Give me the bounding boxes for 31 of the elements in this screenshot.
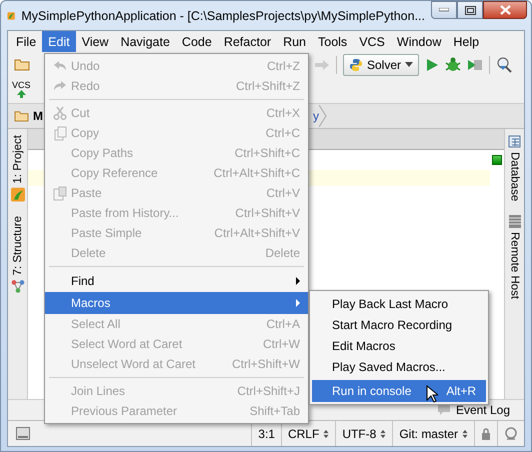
menu-entry[interactable]: Run in console Alt+R (312, 380, 486, 402)
vcs-branch-selector[interactable]: Git: master (399, 426, 458, 440)
menu-item[interactable]: Tools (312, 31, 354, 52)
menu-item[interactable]: File (10, 31, 42, 52)
menu-item[interactable]: Run (277, 31, 312, 52)
menu-item[interactable]: View (76, 31, 115, 52)
menu-item[interactable]: Refactor (218, 31, 278, 52)
tool-window-tab[interactable]: Database (508, 135, 521, 202)
tool-window-tab[interactable]: 1: Project (10, 135, 24, 202)
submenu-entry[interactable]: Macros (45, 292, 308, 314)
menu-item[interactable]: Edit (42, 31, 76, 52)
menu-item[interactable]: Navigate (114, 31, 176, 52)
run-configuration-dropdown[interactable]: Solver (343, 54, 420, 76)
breadcrumb[interactable]: y (311, 109, 319, 123)
breadcrumb[interactable]: M (8, 109, 43, 123)
vcs-update-button[interactable]: VCS (12, 80, 31, 98)
menu-entry[interactable]: Play Back Last Macro (312, 293, 486, 314)
window-title: MySimplePythonApplication - [C:\SamplesProjects\py\MySimplePython... (21, 8, 425, 22)
menu-item[interactable]: VCS (353, 31, 391, 52)
encoding-selector[interactable]: UTF-8 (342, 426, 376, 440)
menu-entry[interactable]: Edit Macros (312, 335, 486, 356)
tool-window-tab[interactable]: Remote Host (508, 215, 520, 300)
menu-item[interactable]: Window (390, 31, 448, 52)
submenu-entry[interactable]: Find (45, 270, 308, 292)
menu-entry[interactable]: Start Macro Recording (312, 314, 486, 335)
event-log-tab[interactable]: Event Log (456, 403, 510, 417)
menu-entry[interactable]: Play Saved Macros... (312, 356, 486, 377)
menu-item[interactable]: Help (447, 31, 486, 52)
tool-window-tab[interactable]: 7: Structure (10, 216, 24, 294)
menu-item[interactable]: Code (176, 31, 218, 52)
line-separator-selector[interactable]: CRLF (288, 426, 320, 440)
